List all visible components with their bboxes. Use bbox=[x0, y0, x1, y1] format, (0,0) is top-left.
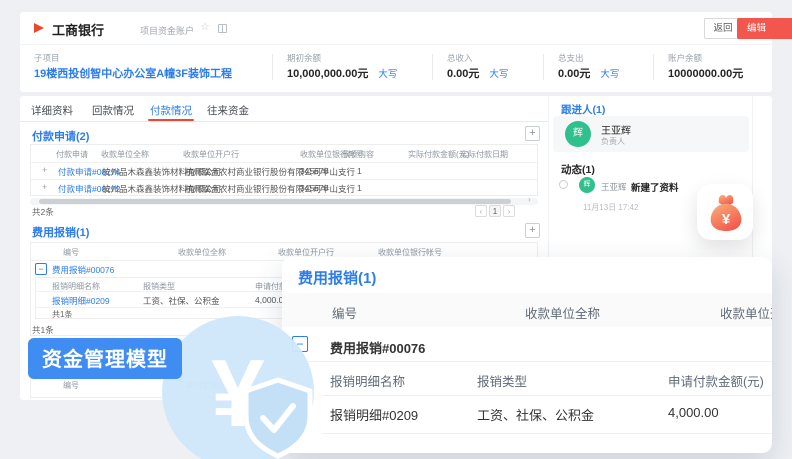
expense-detail-link[interactable]: 报销明细#0209 bbox=[330, 405, 418, 424]
row-divider bbox=[30, 162, 538, 163]
cell: 工资、社保、公积金 bbox=[477, 405, 594, 424]
row-divider bbox=[322, 395, 772, 396]
edit-button[interactable]: 编辑 bbox=[737, 18, 792, 39]
tab-repayment[interactable]: 回款情况 bbox=[92, 103, 134, 118]
field-label: 期初余额 bbox=[287, 52, 321, 64]
cell: 杭州联合农村商业银行股份有限公司半山支行 bbox=[185, 183, 355, 195]
field-value: 10,000,000.00元大写 bbox=[287, 65, 397, 81]
follower-item[interactable]: 辉 王亚辉 负责人 bbox=[553, 116, 749, 152]
add-payment-button[interactable]: + bbox=[525, 126, 540, 141]
header-card: 工商银行 项目资金账户 ☆ 返回 子项目 19楼西投创智中心办公室A幢3F装饰工… bbox=[20, 12, 772, 92]
model-badge: 资金管理模型 bbox=[28, 338, 182, 379]
scroll-right-icon[interactable]: › bbox=[528, 195, 531, 204]
cell: 杭州联合农村商业银行股份有限公司半山支行 bbox=[185, 166, 355, 178]
favorite-star-icon[interactable]: ☆ bbox=[200, 20, 210, 33]
collapse-row-button[interactable]: − bbox=[292, 336, 308, 352]
col-header: 编号 bbox=[63, 247, 79, 258]
cell: 345678 bbox=[300, 166, 328, 176]
expense-total: 共1条 bbox=[32, 324, 54, 336]
activity-title: 动态(1) bbox=[561, 162, 595, 177]
field-label: 账户余额 bbox=[668, 52, 702, 64]
row-divider bbox=[322, 433, 772, 434]
daxie-link[interactable]: 大写 bbox=[489, 69, 508, 80]
field-value: 0.00元大写 bbox=[447, 65, 508, 81]
col-header: 报销类型 bbox=[477, 371, 527, 390]
row-divider bbox=[30, 179, 538, 180]
col-header: 付款申请 bbox=[56, 149, 88, 160]
field-label: 子项目 bbox=[34, 52, 60, 64]
col-header: 收款单位开户行 bbox=[720, 303, 772, 322]
col-header: 编号 bbox=[332, 303, 357, 322]
next-page-button[interactable]: › bbox=[503, 205, 515, 217]
activity-time: 11月13日 17:42 bbox=[583, 202, 638, 213]
avatar: 辉 bbox=[565, 121, 591, 147]
col-header: 收款单位全称 bbox=[178, 247, 226, 258]
expense-detail-total: 共1条 bbox=[52, 309, 72, 320]
page-title: 工商银行 bbox=[52, 20, 104, 39]
col-header: 实付金额(元) bbox=[186, 380, 231, 391]
expense-section-title: 费用报销(1) bbox=[32, 224, 89, 240]
follower-name: 王亚辉 bbox=[601, 122, 631, 137]
field-value: 10000000.00元 bbox=[668, 65, 743, 81]
expand-row-icon[interactable]: + bbox=[42, 165, 47, 175]
col-header: 收款单位全称 bbox=[101, 149, 149, 160]
col-header: 收款单位开户行 bbox=[183, 149, 239, 160]
popup-title: 费用报销(1) bbox=[298, 267, 376, 288]
expense-detail-link[interactable]: 报销明细#0209 bbox=[52, 295, 110, 307]
tab-details[interactable]: 详细资料 bbox=[31, 103, 73, 118]
field-value: 0.00元大写 bbox=[558, 65, 619, 81]
cell: 1 bbox=[357, 166, 362, 176]
clock-icon bbox=[559, 180, 568, 189]
col-header: 报销明细名称 bbox=[330, 371, 405, 390]
activity-user: 王亚辉 bbox=[601, 181, 627, 193]
cell: 1 bbox=[357, 183, 362, 193]
expand-row-icon[interactable]: + bbox=[42, 182, 47, 192]
followers-title: 跟进人(1) bbox=[561, 102, 605, 117]
expense-zoom-popup: 费用报销(1) 编号 收款单位全称 收款单位开户行 − 费用报销#00076 报… bbox=[282, 257, 772, 453]
cell: 4,000.00 bbox=[668, 405, 719, 420]
payment-total: 共2条 bbox=[32, 206, 54, 218]
cell: 345678 bbox=[300, 183, 328, 193]
layout-icon[interactable] bbox=[218, 24, 227, 33]
payment-section-title: 付款申请(2) bbox=[32, 128, 89, 144]
col-header: 收款单位全称 bbox=[525, 303, 600, 322]
row-divider bbox=[298, 361, 772, 362]
col-header: 申请付款金额(元) bbox=[668, 371, 764, 390]
field-label: 总支出 bbox=[558, 52, 584, 64]
prev-page-button[interactable]: ‹ bbox=[475, 205, 487, 217]
money-bag-icon: ¥ bbox=[703, 190, 747, 234]
tab-funds[interactable]: 往来资金 bbox=[207, 103, 249, 118]
col-header: 款项内容 bbox=[342, 149, 374, 160]
divider bbox=[653, 54, 654, 80]
col-header: 实际付款日期 bbox=[460, 149, 508, 160]
page-subtitle: 项目资金账户 bbox=[140, 24, 194, 37]
money-bag-widget[interactable]: ¥ bbox=[697, 184, 753, 240]
expense-link[interactable]: 费用报销#00076 bbox=[52, 264, 114, 276]
subproject-link[interactable]: 19楼西投创智中心办公室A幢3F装饰工程 bbox=[34, 65, 232, 81]
tabs-divider bbox=[20, 121, 548, 122]
active-tab-underline bbox=[148, 119, 194, 121]
add-expense-button[interactable]: + bbox=[525, 223, 540, 238]
divider bbox=[432, 54, 433, 80]
activity-action: 新建了资料 bbox=[631, 180, 679, 194]
cell: 工资、社保、公积金 bbox=[143, 295, 220, 307]
collapse-row-button[interactable]: − bbox=[35, 263, 47, 275]
daxie-link[interactable]: 大写 bbox=[600, 69, 619, 80]
title-bar: 工商银行 项目资金账户 ☆ 返回 bbox=[20, 12, 772, 45]
expense-link[interactable]: 费用报销#00076 bbox=[330, 338, 425, 357]
page-number[interactable]: 1 bbox=[489, 205, 501, 217]
divider bbox=[543, 54, 544, 80]
col-header: 编号 bbox=[63, 380, 79, 391]
bank-logo-icon bbox=[34, 23, 44, 33]
scrollbar-thumb[interactable] bbox=[39, 199, 511, 204]
avatar: 辉 bbox=[579, 177, 595, 193]
tab-payment[interactable]: 付款情况 bbox=[150, 103, 192, 118]
divider bbox=[272, 54, 273, 80]
follower-role: 负责人 bbox=[601, 136, 625, 147]
svg-text:¥: ¥ bbox=[722, 211, 731, 228]
daxie-link[interactable]: 大写 bbox=[378, 69, 397, 80]
field-label: 总收入 bbox=[447, 52, 473, 64]
